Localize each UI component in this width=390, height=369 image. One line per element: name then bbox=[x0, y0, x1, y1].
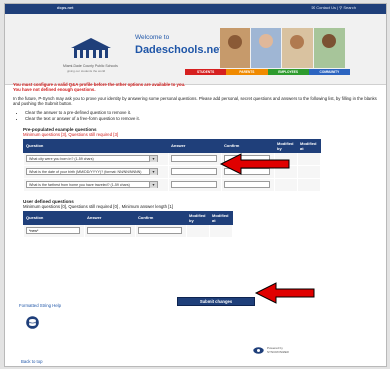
browser-page: dcps.net ☒ Contact Us | ⚲ Search Miami-D… bbox=[4, 3, 387, 367]
table-row: *new* bbox=[23, 223, 233, 238]
school-building-logo-icon[interactable] bbox=[65, 36, 117, 60]
col-modified-at: Modified at bbox=[297, 138, 321, 153]
welcome-text: Welcome to bbox=[135, 34, 170, 41]
col-confirm: Confirm bbox=[221, 138, 275, 153]
question-select[interactable]: What is the date of your birth (MM/DD/YY… bbox=[26, 168, 158, 176]
col-confirm: Confirm bbox=[135, 210, 187, 225]
col-modified-by: Modified by bbox=[274, 138, 298, 153]
submit-wrap: Submit changes bbox=[177, 290, 255, 308]
chevron-down-icon[interactable]: ▼ bbox=[149, 156, 157, 163]
banner-photos-image bbox=[220, 28, 345, 68]
prepopulated-section: Pre-populated example questions Minimum … bbox=[23, 127, 383, 238]
formatted-string-help-link[interactable]: Formatted String Help bbox=[19, 303, 61, 308]
prepopulated-minimum: Minimum questions [3], Questions still r… bbox=[23, 131, 119, 137]
back-to-top-link[interactable]: Back to top bbox=[21, 359, 43, 364]
tab-students[interactable]: STUDENTS bbox=[185, 69, 227, 75]
site-banner: Miami-Dade County Public Schools giving … bbox=[5, 14, 386, 85]
question-select[interactable]: What is the farthest from home you have … bbox=[26, 181, 158, 189]
powered-by-text: Powered by SYNCRONIZER bbox=[267, 346, 289, 354]
col-answer: Answer bbox=[84, 210, 136, 225]
col-question: Question bbox=[23, 210, 85, 225]
instruction-item: Clear the text or answer of a free-form … bbox=[25, 116, 383, 122]
database-icon[interactable] bbox=[26, 316, 39, 329]
annotation-arrow-question-icon bbox=[219, 153, 290, 175]
annotation-arrow-submit-icon bbox=[254, 282, 315, 304]
audience-tabs: STUDENTS PARENTS EMPLOYEES COMMUNITY bbox=[185, 69, 350, 75]
table-row: What is the farthest from home you have … bbox=[23, 177, 321, 192]
answer-input[interactable] bbox=[87, 227, 131, 235]
question-select[interactable]: What city were you born in? (1-59 chars)… bbox=[26, 155, 158, 163]
submit-changes-button[interactable]: Submit changes bbox=[177, 297, 255, 306]
top-links[interactable]: ☒ Contact Us | ⚲ Search bbox=[312, 5, 356, 10]
confirm-input[interactable] bbox=[224, 181, 270, 189]
col-answer: Answer bbox=[168, 138, 222, 153]
error-message-questions: You have not defined enough questions. bbox=[13, 87, 96, 92]
custom-question-input[interactable]: *new* bbox=[26, 227, 80, 235]
chevron-down-icon[interactable]: ▼ bbox=[149, 169, 157, 176]
site-label[interactable]: dcps.net bbox=[57, 5, 73, 10]
user-defined-table: Question Answer Confirm Modified by Modi… bbox=[23, 210, 233, 238]
powered-by-logo-icon bbox=[253, 347, 264, 354]
answer-input[interactable] bbox=[171, 155, 217, 163]
col-modified-at: Modified at bbox=[209, 210, 233, 225]
col-question: Question bbox=[23, 138, 169, 153]
user-defined-minimum: Minimum questions [0], Questions still r… bbox=[23, 203, 173, 209]
main-content: You must configure a valid Q&A profile b… bbox=[13, 82, 383, 238]
col-modified-by: Modified by bbox=[186, 210, 210, 225]
confirm-input[interactable] bbox=[138, 227, 182, 235]
intro-paragraph: In the future, P-Synch may ask you to pr… bbox=[13, 96, 377, 107]
answer-input[interactable] bbox=[171, 168, 217, 176]
chevron-down-icon[interactable]: ▼ bbox=[149, 182, 157, 189]
logo-caption: Miami-Dade County Public Schools bbox=[63, 64, 118, 68]
tab-employees[interactable]: EMPLOYEES bbox=[267, 69, 309, 75]
tab-parents[interactable]: PARENTS bbox=[226, 69, 268, 75]
tab-community[interactable]: COMMUNITY bbox=[308, 69, 350, 75]
answer-input[interactable] bbox=[171, 181, 217, 189]
logo-tagline: giving our students the world bbox=[67, 69, 106, 73]
site-name: Dadeschools.net bbox=[135, 44, 224, 56]
instruction-list: Clear the answer to a pre-defined questi… bbox=[25, 110, 383, 122]
